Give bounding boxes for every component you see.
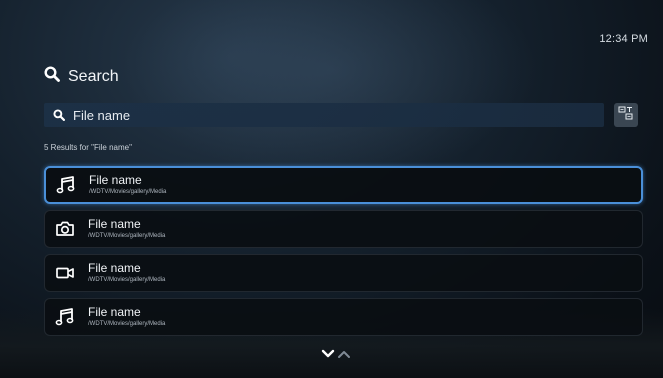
item-name: File name bbox=[89, 172, 142, 187]
music-note-icon bbox=[55, 174, 77, 196]
camera-icon bbox=[54, 218, 76, 240]
list-item[interactable]: File name /WDTV/Movies/gallery/Media bbox=[44, 254, 643, 292]
item-path: /WDTV/Movies/gallery/Media bbox=[88, 276, 166, 283]
item-name: File name bbox=[88, 304, 141, 319]
item-path: /WDTV/Movies/gallery/Media bbox=[88, 320, 166, 327]
list-item[interactable]: File name /WDTV/Movies/gallery/Media bbox=[44, 298, 643, 336]
clock: 12:34 PM bbox=[599, 33, 648, 45]
search-input-value: File name bbox=[73, 107, 131, 123]
scroll-indicators bbox=[321, 346, 351, 364]
search-icon bbox=[44, 66, 60, 87]
chevron-down-icon[interactable] bbox=[321, 346, 335, 364]
list-item[interactable]: File name /WDTV/Movies/gallery/Media bbox=[44, 210, 643, 248]
list-item[interactable]: File name /WDTV/Movies/gallery/Media bbox=[44, 166, 643, 204]
item-path: /WDTV/Movies/gallery/Media bbox=[89, 188, 167, 195]
chevron-up-icon[interactable] bbox=[337, 346, 351, 364]
search-input[interactable]: File name bbox=[44, 103, 604, 127]
results-list: File name /WDTV/Movies/gallery/Media Fil… bbox=[44, 166, 643, 342]
sky-glow bbox=[120, 0, 540, 180]
keyboard-toggle-icon bbox=[618, 106, 634, 125]
item-name: File name bbox=[88, 216, 141, 231]
page-title-label: Search bbox=[68, 67, 119, 85]
music-note-icon bbox=[54, 306, 76, 328]
results-count: 5 Results for "File name" bbox=[44, 143, 132, 152]
page-title: Search bbox=[44, 66, 119, 87]
video-camera-icon bbox=[54, 262, 76, 284]
item-path: /WDTV/Movies/gallery/Media bbox=[88, 232, 166, 239]
keyboard-toggle-button[interactable] bbox=[614, 103, 638, 127]
search-icon bbox=[53, 109, 65, 121]
item-name: File name bbox=[88, 260, 141, 275]
